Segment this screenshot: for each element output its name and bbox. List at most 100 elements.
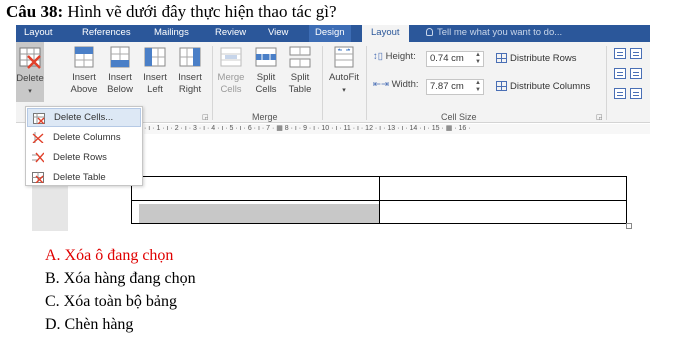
split-cells-button[interactable]: Split Cells xyxy=(252,45,280,96)
tell-me-text: Tell me what you want to do... xyxy=(437,27,563,38)
word-window: Layout References Mailings Review View D… xyxy=(16,25,650,231)
width-input[interactable]: 7.87 cm ▲ ▼ xyxy=(426,79,484,95)
tab-mailings[interactable]: Mailings xyxy=(154,25,189,42)
height-label-row: ↕▯ Height: xyxy=(373,51,416,62)
document-table[interactable] xyxy=(131,176,627,224)
insert-right-line2: Right xyxy=(178,84,202,95)
menu-item-label: Delete Columns xyxy=(53,132,121,143)
align-bottom-center-icon[interactable] xyxy=(630,88,642,99)
split-cells-line2: Cells xyxy=(255,84,277,95)
tab-layout-page[interactable]: Layout xyxy=(24,25,53,42)
delete-dropdown-arrow: ▾ xyxy=(28,88,32,95)
autofit-label: AutoFit xyxy=(328,72,360,83)
menu-item-delete-table[interactable]: Delete Table xyxy=(27,168,141,187)
insert-right-icon xyxy=(179,47,201,67)
height-label: Height: xyxy=(385,51,416,62)
insert-left-button[interactable]: Insert Left xyxy=(140,45,170,96)
ribbon-separator xyxy=(322,46,323,120)
split-cells-line1: Split xyxy=(256,72,276,83)
insert-below-line2: Below xyxy=(107,84,133,95)
align-bottom-left-icon[interactable] xyxy=(614,88,626,99)
tab-references[interactable]: References xyxy=(82,25,131,42)
row-height-icon: ↕▯ xyxy=(373,51,383,62)
delete-table-icon xyxy=(32,172,44,183)
width-value: 7.87 cm xyxy=(430,81,464,92)
table-resize-handle[interactable] xyxy=(626,223,632,229)
answer-c: C. Xóa toàn bộ bảng xyxy=(45,293,177,310)
insert-above-line1: Insert xyxy=(72,72,96,83)
insert-left-line2: Left xyxy=(147,84,163,95)
split-table-line2: Table xyxy=(288,84,312,95)
tab-layout-table[interactable]: Layout xyxy=(362,25,409,42)
tab-design[interactable]: Design xyxy=(309,25,351,42)
align-center-left-icon[interactable] xyxy=(614,68,626,79)
delete-cells-icon xyxy=(33,113,45,124)
delete-label: Delete xyxy=(16,73,44,84)
cell-size-launcher-icon[interactable]: ◲ xyxy=(596,113,603,121)
distribute-columns-icon xyxy=(496,81,507,91)
answer-b: B. Xóa hàng đang chọn xyxy=(45,270,196,287)
distribute-rows-button[interactable]: Distribute Rows xyxy=(496,53,577,64)
tell-me-box[interactable]: Tell me what you want to do... xyxy=(426,25,562,42)
split-cells-icon xyxy=(255,47,277,67)
insert-right-button[interactable]: Insert Right xyxy=(174,45,206,96)
height-value: 0.74 cm xyxy=(430,53,464,64)
delete-button[interactable]: Delete ▾ xyxy=(16,42,44,102)
question-text: Câu 38: Hình vẽ dưới đây thực hiện thao … xyxy=(6,2,337,22)
width-label-row: ⇤⇥ Width: xyxy=(373,79,419,90)
split-table-line1: Split xyxy=(290,72,310,83)
question-body: Hình vẽ dưới đây thực hiện thao tác gì? xyxy=(67,2,337,21)
distribute-rows-icon xyxy=(496,53,507,63)
autofit-button[interactable]: AutoFit ▾ xyxy=(326,45,362,97)
insert-left-line1: Insert xyxy=(143,72,167,83)
ribbon-separator xyxy=(212,46,213,120)
question-number: Câu 38: xyxy=(6,2,64,21)
insert-above-button[interactable]: Insert Above xyxy=(68,45,100,96)
menu-item-label: Delete Table xyxy=(53,172,106,183)
distribute-columns-button[interactable]: Distribute Columns xyxy=(496,81,590,92)
merge-cells-icon xyxy=(220,47,242,67)
distribute-columns-label: Distribute Columns xyxy=(510,81,591,92)
delete-rows-icon xyxy=(32,152,44,163)
merge-cells-line1: Merge xyxy=(217,72,245,83)
ribbon-tab-bar: Layout References Mailings Review View D… xyxy=(16,25,650,42)
cell-size-group-label: Cell Size xyxy=(441,112,477,122)
menu-item-delete-cells[interactable]: Delete Cells... xyxy=(27,108,141,127)
width-spinner-icon[interactable]: ▲ ▼ xyxy=(475,80,481,94)
answer-a: A. Xóa ô đang chọn xyxy=(45,247,174,264)
horizontal-ruler: · ı · 1 · ı · 2 · ı · 3 · ı · 4 · ı · 5 … xyxy=(144,124,650,134)
delete-table-icon xyxy=(19,47,41,69)
align-center-icon[interactable] xyxy=(630,68,642,79)
align-top-center-icon[interactable] xyxy=(630,48,642,59)
rows-columns-launcher-icon[interactable]: ◲ xyxy=(202,113,209,121)
height-input[interactable]: 0.74 cm ▲ ▼ xyxy=(426,51,484,67)
delete-dropdown-menu: Delete Cells... Delete Columns Delete Ro… xyxy=(25,106,143,186)
merge-cells-button[interactable]: Merge Cells xyxy=(216,45,246,96)
table-column-divider xyxy=(379,177,380,223)
menu-item-label: Delete Rows xyxy=(53,152,107,163)
tab-review[interactable]: Review xyxy=(215,25,246,42)
insert-right-line1: Insert xyxy=(178,72,202,83)
width-label: Width: xyxy=(391,79,419,90)
split-table-button[interactable]: Split Table xyxy=(286,45,314,96)
align-top-left-icon[interactable] xyxy=(614,48,626,59)
menu-item-delete-columns[interactable]: Delete Columns xyxy=(27,128,141,147)
selected-cell[interactable] xyxy=(139,204,379,223)
split-table-icon xyxy=(289,46,311,68)
ribbon-separator xyxy=(606,46,607,120)
insert-below-icon xyxy=(110,46,130,68)
delete-columns-icon xyxy=(32,132,44,143)
column-width-icon: ⇤⇥ xyxy=(373,79,389,90)
lightbulb-icon xyxy=(426,28,433,36)
insert-below-button[interactable]: Insert Below xyxy=(104,45,136,96)
tab-view[interactable]: View xyxy=(268,25,288,42)
menu-item-delete-rows[interactable]: Delete Rows xyxy=(27,148,141,167)
height-spinner-icon[interactable]: ▲ ▼ xyxy=(475,52,481,66)
insert-below-line1: Insert xyxy=(108,72,132,83)
insert-left-icon xyxy=(144,47,166,67)
insert-above-line2: Above xyxy=(70,84,98,95)
autofit-dropdown-arrow: ▾ xyxy=(342,87,346,94)
insert-above-icon xyxy=(74,46,94,68)
distribute-rows-label: Distribute Rows xyxy=(510,53,577,64)
answer-d: D. Chèn hàng xyxy=(45,316,134,333)
